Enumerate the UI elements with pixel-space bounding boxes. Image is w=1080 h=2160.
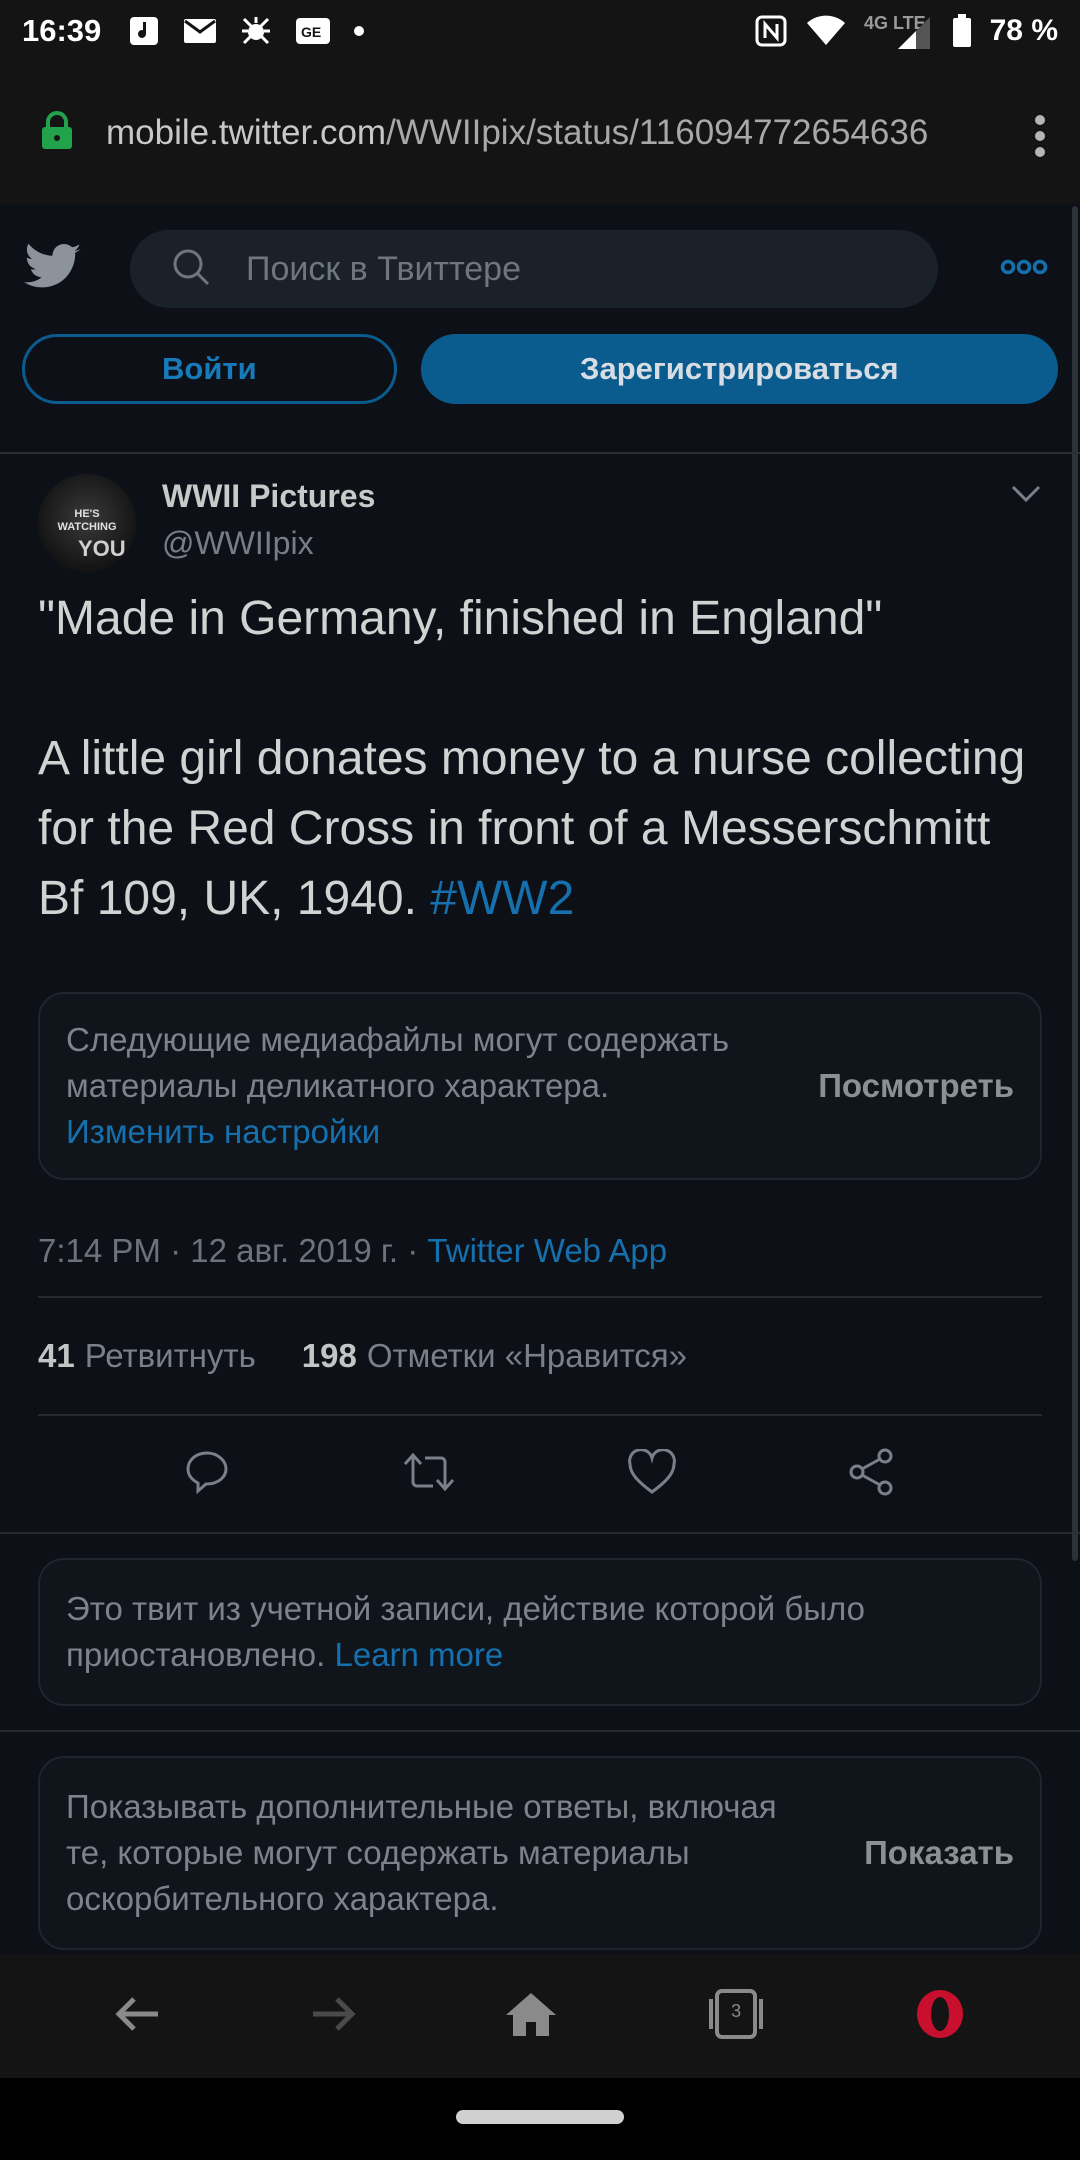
- hashtag-link[interactable]: #WW2: [430, 872, 574, 925]
- reply-icon[interactable]: [183, 1448, 231, 1501]
- back-arrow-icon[interactable]: [114, 1994, 162, 2039]
- tweet-paragraph-1: "Made in Germany, finished in England": [38, 592, 883, 645]
- status-time: 16:39: [22, 13, 102, 48]
- likes-stat[interactable]: 198 Отметки «Нравится»: [302, 1337, 687, 1375]
- replies-notice-text: Показывать дополнительные ответы, включа…: [66, 1788, 777, 1917]
- tabs-count: 3: [731, 2000, 742, 2021]
- tweet-source-link[interactable]: Twitter Web App: [427, 1232, 667, 1269]
- retweet-icon[interactable]: [401, 1448, 457, 1501]
- tweet-meta: 7:14 PM · 12 авг. 2019 г. · Twitter Web …: [38, 1232, 1042, 1298]
- more-options-icon[interactable]: [1000, 259, 1048, 280]
- suspended-account-notice: Это твит из учетной записи, действие кот…: [38, 1558, 1042, 1706]
- lock-icon: [40, 110, 74, 156]
- network-type-label: 4G LTE: [864, 13, 926, 33]
- news-icon: GE: [295, 16, 331, 46]
- system-navigation-bar: [0, 2078, 1080, 2160]
- retweets-label: Ретвитнуть: [84, 1337, 256, 1374]
- retweets-stat[interactable]: 41 Ретвитнуть: [38, 1337, 256, 1375]
- opera-logo-icon[interactable]: [914, 1988, 966, 2045]
- url-text[interactable]: mobile.twitter.com/WWIIpix/status/116094…: [106, 113, 1046, 153]
- share-icon[interactable]: [847, 1447, 897, 1502]
- svg-text:GE: GE: [301, 24, 321, 40]
- home-icon[interactable]: [504, 1990, 558, 2043]
- change-settings-link[interactable]: Изменить настройки: [66, 1113, 380, 1150]
- chevron-down-icon[interactable]: [1010, 484, 1042, 509]
- auth-buttons: Войти Зарегистрироваться: [0, 334, 1080, 454]
- retweets-count: 41: [38, 1337, 75, 1374]
- search-icon: [172, 248, 210, 291]
- tweet: HE'S WATCHING YOU WWII Pictures @WWIIpix…: [0, 454, 1080, 1532]
- section-divider: [0, 1532, 1080, 1534]
- author-handle[interactable]: @WWIIpix: [162, 525, 375, 562]
- tweet-paragraph-2: A little girl donates money to a nurse c…: [38, 724, 1042, 934]
- url-host: mobile.twitter.com: [106, 113, 387, 152]
- browser-menu-icon[interactable]: [1034, 114, 1046, 163]
- avatar-badge-text: HE'S WATCHING: [57, 508, 117, 533]
- likes-count: 198: [301, 1337, 357, 1374]
- browser-address-bar[interactable]: mobile.twitter.com/WWIIpix/status/116094…: [0, 62, 1080, 204]
- show-replies-button[interactable]: Показать: [864, 1830, 1014, 1876]
- home-gesture-pill[interactable]: [456, 2110, 624, 2124]
- wifi-icon: [806, 15, 846, 47]
- url-path: /WWIIpix/status/116094772654636: [386, 113, 929, 152]
- tweet-actions: [38, 1416, 1042, 1532]
- author-display-name[interactable]: WWII Pictures: [162, 478, 375, 515]
- nfc-icon: [754, 14, 788, 48]
- browser-bottom-bar: 3: [0, 1954, 1080, 2078]
- signal-icon: 4G LTE: [864, 11, 934, 51]
- sensitive-warning-text: Следующие медиафайлы могут содержать мат…: [66, 1017, 766, 1155]
- mail-icon: [183, 17, 217, 45]
- music-note-icon: [127, 14, 161, 48]
- twitter-header: Поиск в Твиттере: [0, 204, 1080, 334]
- bug-icon: [239, 14, 273, 48]
- like-heart-icon[interactable]: [627, 1447, 677, 1500]
- additional-replies-notice: Показывать дополнительные ответы, включа…: [38, 1756, 1042, 1950]
- tweet-text: "Made in Germany, finished in England" A…: [38, 584, 1042, 934]
- twitter-bird-icon[interactable]: [24, 243, 82, 296]
- section-divider: [0, 1730, 1080, 1732]
- tabs-icon[interactable]: 3: [705, 1988, 767, 2044]
- sensitive-message: Следующие медиафайлы могут содержать мат…: [66, 1021, 730, 1104]
- likes-label: Отметки «Нравится»: [366, 1337, 688, 1374]
- tweet-stats: 41 Ретвитнуть 198 Отметки «Нравится»: [38, 1298, 1042, 1416]
- view-media-button[interactable]: Посмотреть: [818, 1067, 1014, 1105]
- sensitive-media-warning: Следующие медиафайлы могут содержать мат…: [38, 992, 1042, 1180]
- avatar-you-text: YOU: [78, 536, 126, 561]
- twitter-page: Поиск в Твиттере Войти Зарегистрироватьс…: [0, 204, 1080, 1954]
- battery-icon: [952, 14, 972, 48]
- dot-icon: [353, 25, 365, 37]
- learn-more-link[interactable]: Learn more: [334, 1636, 503, 1673]
- search-input[interactable]: Поиск в Твиттере: [130, 230, 938, 308]
- battery-percent: 78 %: [989, 14, 1058, 47]
- forward-arrow-icon[interactable]: [309, 1994, 357, 2039]
- tweet-timestamp[interactable]: 7:14 PM · 12 авг. 2019 г. ·: [38, 1232, 418, 1269]
- notification-icons: GE: [127, 14, 365, 48]
- tweet-author[interactable]: HE'S WATCHING YOU WWII Pictures @WWIIpix: [38, 454, 1042, 574]
- avatar[interactable]: HE'S WATCHING YOU: [38, 474, 136, 572]
- status-bar: 16:39 GE 4G LTE 78 %: [0, 0, 1080, 62]
- signup-button[interactable]: Зарегистрироваться: [420, 334, 1058, 404]
- login-button[interactable]: Войти: [22, 334, 397, 404]
- search-placeholder: Поиск в Твиттере: [246, 249, 521, 288]
